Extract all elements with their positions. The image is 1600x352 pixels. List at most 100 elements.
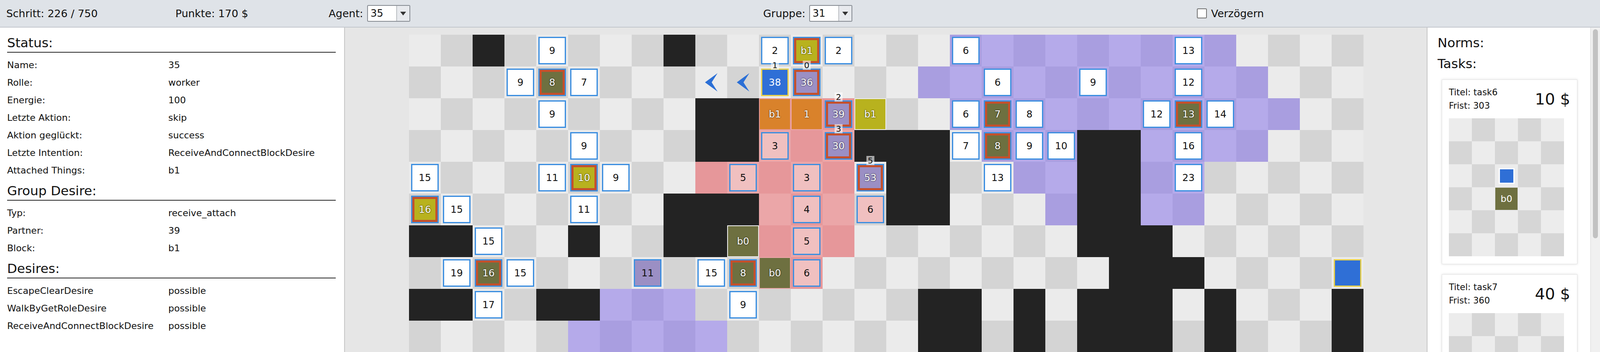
map-entity: 9 <box>1013 130 1046 163</box>
map-cell <box>695 321 728 352</box>
info-row: Letzte Aktion:skip <box>7 108 336 127</box>
map-cell <box>1045 193 1078 226</box>
map-cell <box>472 98 505 131</box>
agent-with-block[interactable]: 7 <box>983 100 1012 129</box>
map-cell <box>949 162 982 194</box>
task-card[interactable]: Titel: task740 $Frist: 360 <box>1441 274 1578 352</box>
dropdown-icon[interactable] <box>838 5 852 21</box>
agent[interactable]: 5 <box>792 227 821 256</box>
agent[interactable]: 15 <box>697 259 726 288</box>
block[interactable]: b1 <box>759 99 790 130</box>
pattern-cell <box>1471 187 1495 211</box>
info-value: 39 <box>168 225 336 237</box>
agent[interactable]: 6 <box>951 100 980 129</box>
agent[interactable]: 7 <box>570 68 598 97</box>
info-value: possible <box>168 321 336 332</box>
agent[interactable]: 17 <box>474 291 503 319</box>
map-cell <box>1268 257 1300 290</box>
agent[interactable]: 14 <box>1206 100 1235 129</box>
map-cell <box>1108 98 1141 131</box>
agent[interactable]: 10 <box>1047 132 1076 160</box>
agent[interactable]: 9 <box>538 36 566 65</box>
checkbox[interactable] <box>1196 8 1207 19</box>
agent-with-block[interactable]: 13 <box>1174 100 1203 129</box>
agent[interactable]: 9 <box>729 291 757 319</box>
agent[interactable]: 15 <box>411 164 439 192</box>
agent[interactable]: 6 <box>792 259 821 288</box>
agent[interactable]: 11 <box>570 195 598 224</box>
agent-with-block[interactable]: 16 <box>411 195 439 224</box>
map-cell <box>536 289 569 322</box>
map-entity: 3 <box>790 162 823 194</box>
agent-with-block[interactable]: 10 <box>570 164 598 192</box>
task-card[interactable]: Titel: task610 $Frist: 303b0 <box>1441 79 1578 265</box>
pattern-cell <box>1540 187 1564 211</box>
agent[interactable]: 6 <box>951 36 980 65</box>
map-cell <box>1172 289 1205 322</box>
selected-agent[interactable]: 38 <box>761 68 789 97</box>
pattern-cell <box>1517 164 1541 188</box>
agent[interactable]: 13 <box>1174 36 1203 65</box>
agent[interactable]: 9 <box>538 100 566 129</box>
map-cell <box>472 162 505 194</box>
agent-with-block[interactable]: 30 <box>824 132 853 160</box>
map-entity: 1 <box>790 98 823 131</box>
agent-with-block[interactable]: 53 <box>856 164 885 192</box>
agent[interactable]: 9 <box>506 68 535 97</box>
agent[interactable]: 11 <box>633 259 662 288</box>
dropdown-icon[interactable] <box>396 5 410 21</box>
agent[interactable]: 23 <box>1174 164 1203 192</box>
pattern-cell <box>1517 118 1541 142</box>
agent[interactable]: 12 <box>1174 68 1203 97</box>
agent[interactable]: 9 <box>1015 132 1044 160</box>
info-value: b1 <box>168 165 336 176</box>
task-title: Titel: task6 <box>1448 87 1535 98</box>
agent[interactable]: 19 <box>442 259 471 288</box>
agent[interactable]: 16 <box>1174 132 1203 160</box>
map-cell <box>440 66 473 99</box>
agent-select[interactable]: 35 <box>367 5 411 22</box>
block[interactable]: b0 <box>727 226 759 257</box>
selected-agent[interactable] <box>1333 259 1362 288</box>
agent[interactable]: 15 <box>474 227 503 256</box>
map-entity: 8 <box>1013 98 1046 131</box>
task-deadline: Frist: 303 <box>1448 100 1535 111</box>
agent-with-block[interactable]: 36 <box>792 68 821 97</box>
map-cell <box>918 98 950 131</box>
agent[interactable]: 9 <box>1079 68 1107 97</box>
map-cell <box>758 225 791 258</box>
group-select[interactable]: 31 <box>809 5 853 22</box>
agent-with-block[interactable]: 8 <box>538 68 566 97</box>
agent[interactable]: 2 <box>824 36 853 65</box>
block[interactable]: b1 <box>855 99 886 130</box>
scroll-thumb[interactable] <box>1592 29 1598 239</box>
map-cell <box>568 289 600 322</box>
agent[interactable]: 15 <box>442 195 471 224</box>
agent-with-block[interactable]: 8 <box>729 259 757 288</box>
agent-with-block[interactable]: 16 <box>474 259 503 288</box>
agent[interactable]: 6 <box>856 195 885 224</box>
block[interactable]: 1 <box>791 99 822 130</box>
agent[interactable]: 3 <box>761 132 789 160</box>
agent[interactable]: 7 <box>951 132 980 160</box>
delay-checkbox[interactable]: Verzögern <box>1196 7 1600 20</box>
agent[interactable]: 13 <box>983 164 1012 192</box>
agent[interactable]: 15 <box>506 259 535 288</box>
agent[interactable]: 12 <box>1142 100 1171 129</box>
map-cell <box>918 321 950 352</box>
map-cell <box>918 225 950 258</box>
scrollbar[interactable] <box>1590 27 1600 352</box>
map-cell <box>504 34 537 67</box>
agent-with-block[interactable]: 8 <box>983 132 1012 160</box>
block[interactable]: b0 <box>759 258 790 289</box>
map-cell <box>1108 130 1141 163</box>
agent[interactable]: 8 <box>1015 100 1044 129</box>
agent[interactable]: 4 <box>792 195 821 224</box>
agent[interactable]: 6 <box>983 68 1012 97</box>
agent[interactable]: 3 <box>792 164 821 192</box>
map-view[interactable]: 92b1261398738136069129b11392b16781213149… <box>344 27 1427 352</box>
agent[interactable]: 5 <box>729 164 757 192</box>
agent[interactable]: 9 <box>601 164 630 192</box>
agent[interactable]: 9 <box>570 132 598 160</box>
agent[interactable]: 11 <box>538 164 566 192</box>
